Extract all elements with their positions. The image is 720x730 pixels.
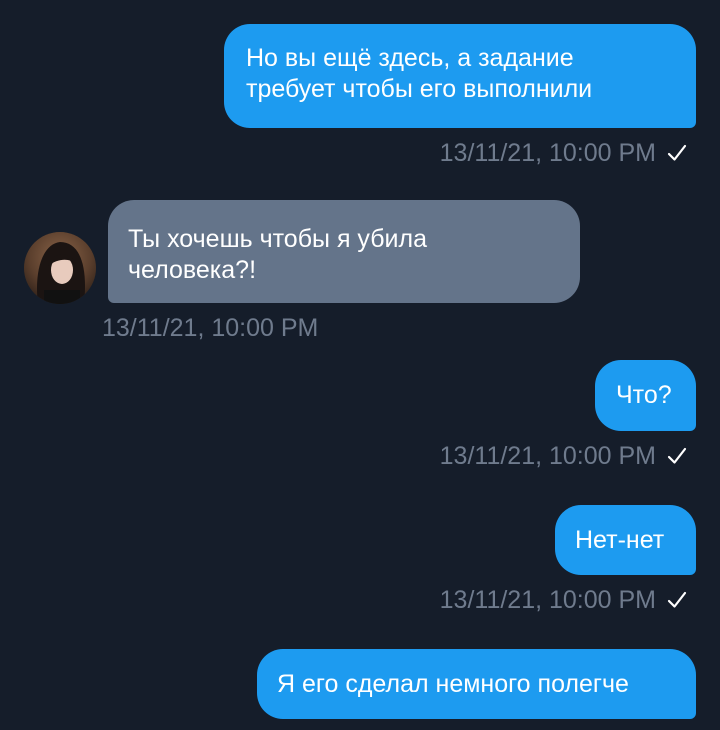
- message-timestamp: 13/11/21, 10:00 PM: [102, 314, 319, 342]
- message-text: Но вы ещё здесь, а задание требует чтобы…: [246, 44, 593, 103]
- outgoing-message-bubble[interactable]: Я его сделал немного полегче: [257, 649, 696, 719]
- avatar-photo: [24, 232, 96, 304]
- chat-thread: Но вы ещё здесь, а задание требует чтобы…: [0, 0, 720, 730]
- message-meta: 13/11/21, 10:00 PM: [440, 441, 688, 471]
- checkmark-icon: [667, 144, 687, 161]
- message-text: Нет-нет: [575, 526, 665, 554]
- avatar[interactable]: [24, 232, 96, 304]
- outgoing-message-bubble[interactable]: Что?: [595, 360, 696, 431]
- outgoing-message-bubble[interactable]: Но вы ещё здесь, а задание требует чтобы…: [224, 24, 696, 128]
- incoming-message-bubble[interactable]: Ты хочешь чтобы я убила человека?!: [108, 200, 580, 303]
- message-text: Ты хочешь чтобы я убила человека?!: [128, 225, 427, 284]
- message-timestamp: 13/11/21, 10:00 PM: [439, 442, 656, 470]
- message-meta: 13/11/21, 10:00 PM: [440, 585, 688, 615]
- message-timestamp: 13/11/21, 10:00 PM: [439, 586, 656, 614]
- outgoing-message-bubble[interactable]: Нет-нет: [555, 505, 696, 575]
- message-meta: 13/11/21, 10:00 PM: [440, 138, 688, 168]
- checkmark-icon: [667, 591, 687, 608]
- message-text: Что?: [616, 381, 672, 409]
- checkmark-icon: [667, 447, 687, 464]
- message-timestamp: 13/11/21, 10:00 PM: [439, 139, 656, 167]
- message-text: Я его сделал немного полегче: [277, 670, 629, 698]
- message-meta: 13/11/21, 10:00 PM: [102, 313, 318, 343]
